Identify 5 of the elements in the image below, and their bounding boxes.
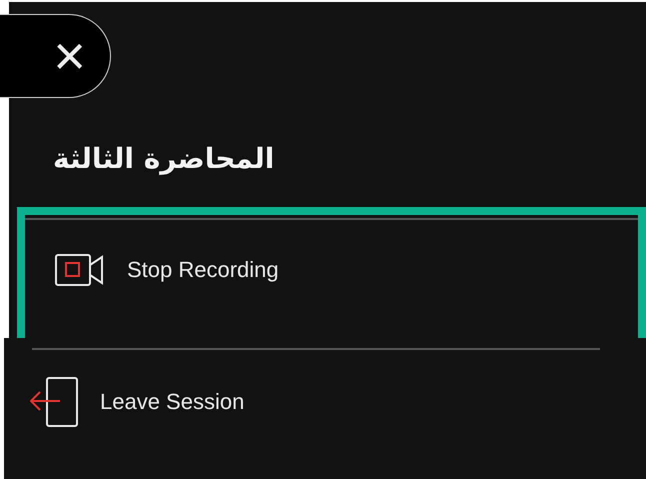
menu-item[interactable]: Stop Recording [25,220,638,286]
video-camera-icon [55,254,105,286]
close-button[interactable]: × [0,14,111,98]
exit-icon [30,377,78,427]
session-title: المحاضرة الثالثة [53,142,274,175]
